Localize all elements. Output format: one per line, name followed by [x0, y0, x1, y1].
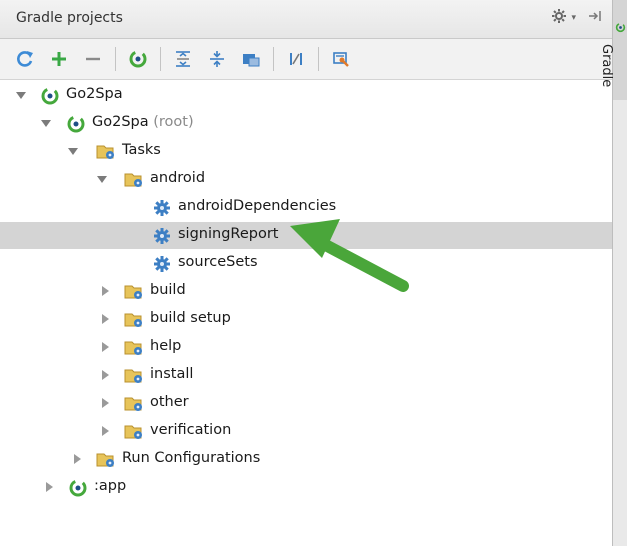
tree-row-run-configurations[interactable]: Run Configurations — [0, 446, 612, 473]
tree-row-sourcesets[interactable]: sourceSets — [0, 250, 612, 277]
expanded-arrow-icon[interactable] — [15, 89, 27, 101]
tree-label: build setup — [150, 310, 231, 326]
panel-title: Gradle projects — [16, 10, 123, 26]
task-gear-icon — [154, 228, 170, 244]
collapsed-arrow-icon[interactable] — [99, 425, 111, 437]
tree-label: signingReport — [178, 226, 279, 242]
toolbar-separator — [273, 47, 274, 71]
tree-label: other — [150, 394, 189, 410]
tree-label: help — [150, 338, 182, 354]
side-tab-label: Gradle — [599, 44, 614, 88]
root-suffix: (root) — [153, 114, 194, 130]
attach-task-icon[interactable] — [236, 44, 266, 74]
tree-label: install — [150, 366, 194, 382]
collapsed-arrow-icon[interactable] — [99, 369, 111, 381]
tree-label: Go2Spa — [92, 114, 149, 130]
collapsed-arrow-icon[interactable] — [99, 313, 111, 325]
expanded-arrow-icon[interactable] — [67, 145, 79, 157]
toggle-offline-icon[interactable] — [281, 44, 311, 74]
tree-row-signingreport[interactable]: signingReport — [0, 222, 612, 249]
panel-titlebar: Gradle projects ▾ — [0, 0, 612, 39]
collapsed-arrow-icon[interactable] — [99, 341, 111, 353]
task-folder-icon — [96, 453, 114, 467]
gradle-module-icon — [69, 479, 87, 497]
tree-row-app[interactable]: :app — [0, 474, 612, 501]
tree-row-other[interactable]: other — [0, 390, 612, 417]
tree-row-build[interactable]: build — [0, 278, 612, 305]
collapse-all-icon[interactable] — [202, 44, 232, 74]
tree-label: androidDependencies — [178, 198, 337, 214]
tree-label: Run Configurations — [122, 450, 261, 466]
tree-label: :app — [94, 478, 127, 494]
toolbar-separator — [318, 47, 319, 71]
tree-row-tasks[interactable]: Tasks — [0, 138, 612, 165]
dropdown-caret-icon[interactable]: ▾ — [571, 13, 576, 23]
gear-icon[interactable] — [551, 8, 567, 28]
task-folder-icon — [124, 173, 142, 187]
tree-label-group: Go2Spa (root) — [92, 114, 194, 130]
tree-label: verification — [150, 422, 232, 438]
add-icon[interactable] — [44, 44, 74, 74]
gradle-projects-panel: Gradle projects ▾ Go2Spa Go2Spa (root) T… — [0, 0, 622, 546]
collapsed-arrow-icon[interactable] — [71, 453, 83, 465]
task-folder-icon — [124, 425, 142, 439]
task-folder-icon — [124, 369, 142, 383]
refresh-icon[interactable] — [10, 44, 40, 74]
collapsed-arrow-icon[interactable] — [99, 285, 111, 297]
tree-row-go2spa-root[interactable]: Go2Spa (root) — [0, 110, 612, 137]
remove-icon[interactable] — [78, 44, 108, 74]
gradle-module-icon — [67, 115, 85, 133]
gradle-module-icon — [615, 22, 626, 33]
tree-label: android — [150, 170, 206, 186]
task-gear-icon — [154, 256, 170, 272]
tree-label: Go2Spa — [66, 86, 123, 102]
task-folder-icon — [124, 397, 142, 411]
tree-row-go2spa[interactable]: Go2Spa — [0, 82, 612, 109]
gradle-side-tab[interactable]: Gradle — [599, 0, 627, 100]
task-folder-icon — [124, 313, 142, 327]
collapsed-arrow-icon[interactable] — [99, 397, 111, 409]
expand-all-icon[interactable] — [168, 44, 198, 74]
gradle-target-icon[interactable] — [123, 44, 153, 74]
tree-label: build — [150, 282, 186, 298]
title-tools: ▾ — [551, 8, 602, 28]
expanded-arrow-icon[interactable] — [96, 173, 108, 185]
gradle-toolbar — [0, 39, 622, 80]
expanded-arrow-icon[interactable] — [40, 117, 52, 129]
task-folder-icon — [124, 341, 142, 355]
tree-row-verification[interactable]: verification — [0, 418, 612, 445]
gradle-module-icon — [41, 87, 59, 105]
task-folder-icon — [96, 145, 114, 159]
collapsed-arrow-icon[interactable] — [43, 481, 55, 493]
tree-row-android[interactable]: android — [0, 166, 612, 193]
toolbar-separator — [115, 47, 116, 71]
tree-label: sourceSets — [178, 254, 258, 270]
tree-row-install[interactable]: install — [0, 362, 612, 389]
tree-row-help[interactable]: help — [0, 334, 612, 361]
tree-row-build-setup[interactable]: build setup — [0, 306, 612, 333]
right-tool-strip: Gradle — [599, 0, 627, 546]
tree-row-androiddependencies[interactable]: androidDependencies — [0, 194, 612, 221]
settings-wrench-icon[interactable] — [326, 44, 356, 74]
task-gear-icon — [154, 200, 170, 216]
tree-label: Tasks — [122, 142, 161, 158]
hide-panel-icon[interactable] — [588, 9, 602, 27]
task-folder-icon — [124, 285, 142, 299]
toolbar-separator — [160, 47, 161, 71]
